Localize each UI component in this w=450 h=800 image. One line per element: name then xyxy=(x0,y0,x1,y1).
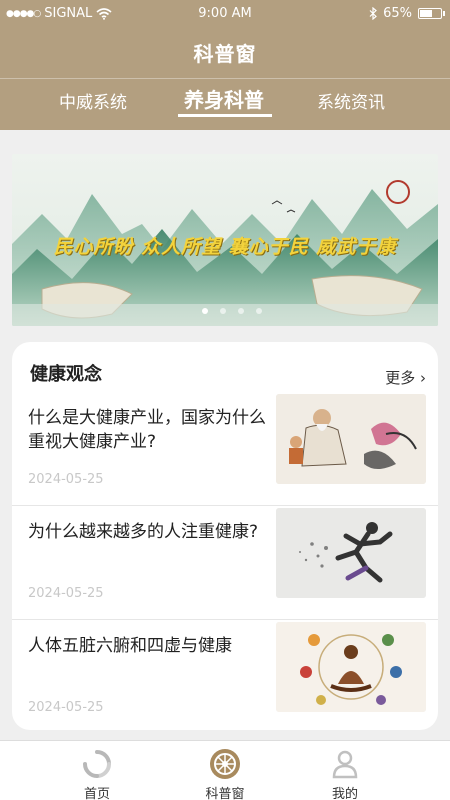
banner-carousel[interactable]: 民心所盼 众人所望 襄心于民 威武于康 xyxy=(12,154,438,326)
battery-fill xyxy=(420,10,433,17)
article-title: 什么是大健康产业，国家为什么重视大健康产业? xyxy=(28,408,266,452)
more-link[interactable]: 更多 › xyxy=(385,367,426,388)
banner-slogan: 民心所盼 众人所望 襄心于民 威武于康 xyxy=(53,236,397,258)
nav-profile[interactable]: 我的 xyxy=(300,747,390,800)
more-label: 更多 xyxy=(385,369,416,387)
article-thumbnail xyxy=(276,622,426,712)
nav-science-window[interactable]: 科普窗 xyxy=(180,747,270,800)
section-title: 健康观念 xyxy=(30,364,102,385)
carousel-dot[interactable] xyxy=(256,308,262,314)
article-item[interactable]: 为什么越来越多的人注重健康? 2024-05-25 xyxy=(12,508,438,620)
nav-label: 首页 xyxy=(83,787,110,800)
sprinting-runner-image xyxy=(276,508,426,598)
battery-icon xyxy=(418,8,445,19)
carousel-dot[interactable] xyxy=(202,308,208,314)
header-divider xyxy=(0,78,450,79)
chevron-right-icon: › xyxy=(415,369,426,387)
tab-system-news[interactable]: 系统资讯 xyxy=(298,88,404,113)
meditation-diagram-image xyxy=(276,622,426,712)
article-date: 2024-05-25 xyxy=(28,472,104,487)
category-tabs: 中威系统 养身科普 系统资讯 xyxy=(0,82,450,128)
bottom-navigation: 首页 科普窗 我的 xyxy=(0,740,450,800)
carousel-indicators xyxy=(202,308,262,314)
home-icon xyxy=(83,750,111,778)
dharma-wheel-icon xyxy=(210,749,240,779)
article-title: 为什么越来越多的人注重健康? xyxy=(28,522,259,542)
divider xyxy=(12,505,438,506)
active-tab-indicator xyxy=(178,114,272,117)
carousel-dot[interactable] xyxy=(238,308,244,314)
tab-health-science[interactable]: 养身科普 xyxy=(168,84,280,113)
sage-with-child-image xyxy=(276,394,426,484)
article-item[interactable]: 什么是大健康产业，国家为什么重视大健康产业? 2024-05-25 xyxy=(12,394,438,506)
page-title: 科普窗 xyxy=(193,42,257,66)
status-bar: ●●●●○ SIGNAL 9:00 AM 65% xyxy=(0,0,450,28)
article-date: 2024-05-25 xyxy=(28,586,104,601)
battery-percent: 65% xyxy=(383,6,412,21)
article-thumbnail xyxy=(276,508,426,598)
carousel-dot[interactable] xyxy=(220,308,226,314)
article-title: 人体五脏六腑和四虚与健康 xyxy=(28,636,232,656)
nav-label: 我的 xyxy=(331,787,358,800)
nav-label: 科普窗 xyxy=(205,787,245,800)
nav-home[interactable]: 首页 xyxy=(52,747,142,800)
article-thumbnail xyxy=(276,394,426,484)
health-concept-card: 健康观念 更多 › 什么是大健康产业，国家为什么重视大健康产业? 2024-05… xyxy=(12,342,438,730)
divider xyxy=(12,619,438,620)
top-header: ●●●●○ SIGNAL 9:00 AM 65% 科普窗 中威系统 养身科普 系… xyxy=(0,0,450,130)
article-item[interactable]: 人体五脏六腑和四虚与健康 2024-05-25 xyxy=(12,622,438,734)
tab-zhongwei-system[interactable]: 中威系统 xyxy=(40,88,146,113)
bluetooth-icon xyxy=(369,7,377,20)
user-icon xyxy=(332,750,358,779)
article-date: 2024-05-25 xyxy=(28,700,104,715)
